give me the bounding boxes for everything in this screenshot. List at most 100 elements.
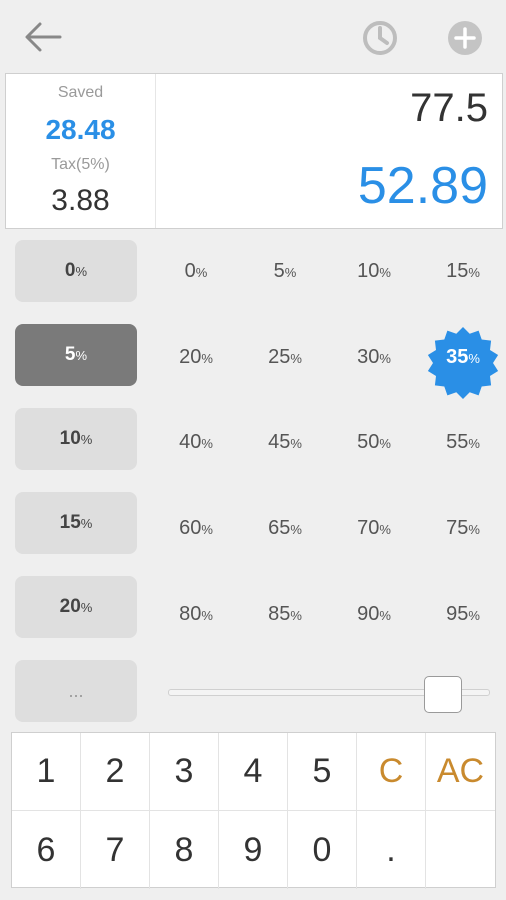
digit-8-key[interactable]: 8 xyxy=(150,811,219,889)
percent-sign: % xyxy=(468,264,480,280)
discount-number: 80 xyxy=(179,602,202,625)
discount-15-option[interactable]: 15% xyxy=(419,240,506,302)
percent-sign: % xyxy=(379,435,391,451)
discount-label: 40% xyxy=(179,431,213,454)
discount-95-option[interactable]: 95% xyxy=(419,583,506,645)
discount-85-option[interactable]: 85% xyxy=(241,583,329,645)
discount-label: 10% xyxy=(357,260,391,283)
discount-label: 60% xyxy=(179,517,213,540)
percent-sign: % xyxy=(80,599,93,615)
discount-label: 80% xyxy=(179,603,213,626)
discount-number: 0 xyxy=(184,259,196,282)
digit-0-key[interactable]: 0 xyxy=(288,811,357,889)
discount-45-option[interactable]: 45% xyxy=(241,411,329,473)
percent-sign: % xyxy=(201,435,213,451)
tax-preset-number: 15 xyxy=(59,512,81,533)
discount-40-option[interactable]: 40% xyxy=(152,411,240,473)
digit-7-key[interactable]: 7 xyxy=(81,811,150,889)
discount-number: 95 xyxy=(446,602,469,625)
summary-panel: Saved 28.48 Tax(5%) 3.88 77.5 52.89 xyxy=(5,73,503,229)
percent-sign: % xyxy=(379,264,391,280)
tax-preset-10-button[interactable]: 10% xyxy=(15,408,137,470)
digit-3-key[interactable]: 3 xyxy=(150,733,219,811)
digit-9-key[interactable]: 9 xyxy=(219,811,288,889)
discount-label: 55% xyxy=(446,431,480,454)
discount-75-option[interactable]: 75% xyxy=(419,497,506,559)
discount-number: 30 xyxy=(357,345,380,368)
tax-preset-15-button[interactable]: 15% xyxy=(15,492,137,554)
discounted-total: 52.89 xyxy=(357,157,488,215)
tax-preset-number: 10 xyxy=(59,428,81,449)
digit-4-key[interactable]: 4 xyxy=(219,733,288,811)
clear-key[interactable]: C xyxy=(357,733,426,811)
discount-label: 85% xyxy=(268,603,302,626)
discount-70-option[interactable]: 70% xyxy=(330,497,418,559)
discount-number: 75 xyxy=(446,516,469,539)
discount-label: 75% xyxy=(446,517,480,540)
discount-label: 70% xyxy=(357,517,391,540)
discount-number: 50 xyxy=(357,430,380,453)
discount-label: 5% xyxy=(274,260,297,283)
discount-label: 50% xyxy=(357,431,391,454)
discount-number: 90 xyxy=(357,602,380,625)
arrow-left-icon[interactable] xyxy=(22,18,64,56)
tax-preset-number: 20 xyxy=(59,596,81,617)
tax-value: 3.88 xyxy=(51,184,110,217)
discount-number: 15 xyxy=(446,259,469,282)
percent-sign: % xyxy=(290,350,302,366)
discount-number: 20 xyxy=(179,345,202,368)
discount-55-option[interactable]: 55% xyxy=(419,411,506,473)
percent-sign: % xyxy=(468,521,480,537)
discount-number: 55 xyxy=(446,430,469,453)
discount-20-option[interactable]: 20% xyxy=(152,326,240,388)
tax-preset-5-button[interactable]: 5% xyxy=(15,324,137,386)
discount-number: 5 xyxy=(273,259,285,282)
digit-2-key[interactable]: 2 xyxy=(81,733,150,811)
discount-30-option[interactable]: 30% xyxy=(330,326,418,388)
percent-sign: % xyxy=(468,607,480,623)
discount-50-option[interactable]: 50% xyxy=(330,411,418,473)
discount-number: 40 xyxy=(179,430,202,453)
saved-value: 28.48 xyxy=(45,114,116,145)
discount-65-option[interactable]: 65% xyxy=(241,497,329,559)
discount-label: 30% xyxy=(357,346,391,369)
discount-0-option[interactable]: 0% xyxy=(152,240,240,302)
discount-label: 90% xyxy=(357,603,391,626)
decimal-key[interactable]: . xyxy=(357,811,426,889)
discount-80-option[interactable]: 80% xyxy=(152,583,240,645)
percent-sign: % xyxy=(75,263,88,279)
all-clear-key[interactable]: AC xyxy=(426,733,495,811)
discount-number: 65 xyxy=(268,516,291,539)
digit-6-key[interactable]: 6 xyxy=(12,811,81,889)
digit-1-key[interactable]: 1 xyxy=(12,733,81,811)
tax-preset-20-button[interactable]: 20% xyxy=(15,576,137,638)
discount-label: 25% xyxy=(268,346,302,369)
discount-number: 10 xyxy=(357,259,380,282)
discount-10-option[interactable]: 10% xyxy=(330,240,418,302)
tax-more-button[interactable]: ... xyxy=(15,660,137,722)
summary-divider xyxy=(155,74,156,228)
discount-35-option[interactable]: 35% xyxy=(419,326,506,399)
percent-sign: % xyxy=(284,264,297,280)
discount-label: 95% xyxy=(446,603,480,626)
discount-5-option[interactable]: 5% xyxy=(241,240,329,302)
discount-60-option[interactable]: 60% xyxy=(152,497,240,559)
percent-sign: % xyxy=(201,350,213,366)
percent-sign: % xyxy=(290,607,302,623)
percent-sign: % xyxy=(201,521,213,537)
percent-sign: % xyxy=(468,435,480,451)
tax-preset-number: 0 xyxy=(64,260,76,281)
discount-number: 35 xyxy=(446,345,469,368)
discount-90-option[interactable]: 90% xyxy=(330,583,418,645)
percent-sign: % xyxy=(379,521,391,537)
slider-thumb[interactable] xyxy=(423,676,462,713)
tax-preset-0-button[interactable]: 0% xyxy=(15,240,137,302)
discount-25-option[interactable]: 25% xyxy=(241,326,329,388)
plus-circle-icon[interactable] xyxy=(446,19,484,57)
clock-icon[interactable] xyxy=(361,19,399,57)
digit-5-key[interactable]: 5 xyxy=(288,733,357,811)
original-amount: 77.5 xyxy=(410,86,488,130)
discount-label: 65% xyxy=(268,517,302,540)
percent-sign: % xyxy=(379,607,391,623)
percent-sign: % xyxy=(290,521,302,537)
